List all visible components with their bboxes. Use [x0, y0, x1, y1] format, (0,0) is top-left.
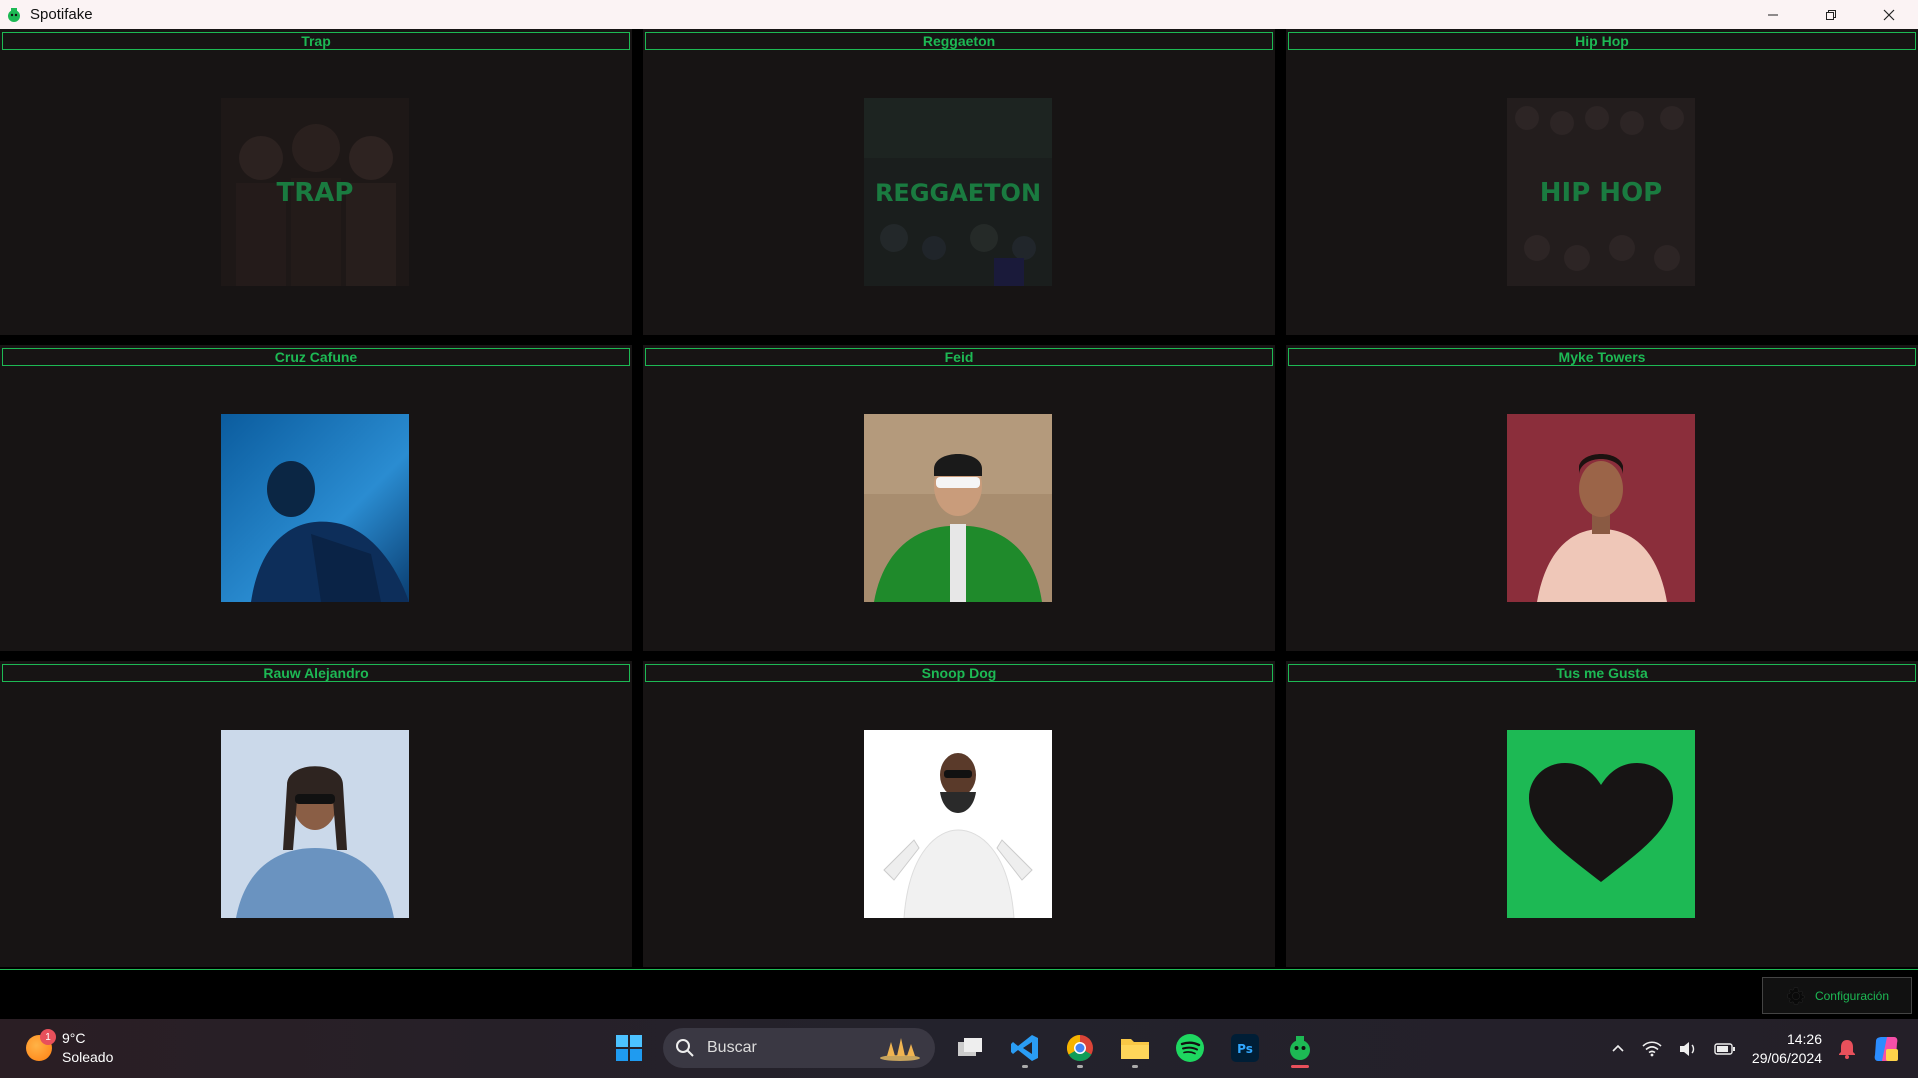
cell-title[interactable]: Feid	[645, 348, 1273, 366]
grid-cell[interactable]: Myke Towers	[1286, 345, 1918, 651]
app-logo-icon	[8, 7, 20, 22]
genre-cover-image: REGGAETON	[864, 98, 1052, 286]
app-logo-icon	[1289, 1036, 1310, 1060]
folder-icon	[1120, 1039, 1149, 1059]
window-controls	[1744, 0, 1918, 29]
weather-widget[interactable]: 1 9°C Soleado	[26, 1029, 113, 1067]
grid-cell[interactable]: Tus me Gusta	[1286, 661, 1918, 967]
notification-bell-icon[interactable]	[1838, 1039, 1856, 1059]
weather-description: Soleado	[62, 1049, 114, 1065]
task-view-icon	[957, 1038, 982, 1056]
cell-title[interactable]: Trap	[2, 32, 630, 50]
task-view-button[interactable]	[949, 1028, 990, 1069]
cover-art[interactable]: REGGAETON	[864, 98, 1052, 286]
close-icon	[1883, 9, 1895, 20]
genre-cover-text: HIP HOP	[1540, 178, 1662, 208]
genre-cover-image: HIP HOP	[1507, 98, 1695, 286]
search-placeholder: Buscar	[707, 1039, 757, 1056]
artist-photo	[221, 414, 409, 602]
restore-button[interactable]	[1802, 0, 1860, 29]
chrome-button[interactable]	[1059, 1028, 1100, 1069]
running-indicator	[1131, 1064, 1138, 1068]
cover-art[interactable]	[1507, 730, 1695, 918]
minimize-button[interactable]	[1744, 0, 1802, 29]
grid-cell[interactable]: Trap TRAP	[0, 29, 632, 335]
artist-photo	[864, 414, 1052, 602]
cover-art[interactable]	[864, 414, 1052, 602]
clock-time: 14:26	[1786, 1030, 1822, 1047]
app-content: Trap TRAP Reggaeton REGGAETON Hip Hop HI…	[0, 29, 1918, 1019]
svg-text:Ps: Ps	[1237, 1042, 1253, 1056]
cover-art[interactable]: TRAP	[221, 98, 409, 286]
volume-icon[interactable]	[1678, 1041, 1698, 1057]
photoshop-icon: Ps	[1230, 1034, 1259, 1062]
genre-cover-text: REGGAETON	[875, 179, 1041, 207]
close-button[interactable]	[1860, 0, 1918, 29]
wifi-icon[interactable]	[1642, 1040, 1662, 1057]
cell-title[interactable]: Rauw Alejandro	[2, 664, 630, 682]
grid-cell[interactable]: Hip Hop HIP HOP	[1286, 29, 1918, 335]
window-title: Spotifake	[30, 6, 93, 23]
genre-cover-image: TRAP	[221, 98, 409, 286]
grid-cell[interactable]: Feid	[643, 345, 1275, 651]
taskbar-search[interactable]: Buscar	[663, 1028, 935, 1068]
start-button[interactable]	[608, 1028, 649, 1069]
cover-art[interactable]	[1507, 414, 1695, 602]
heart-icon	[1507, 730, 1695, 918]
grid-cell[interactable]: Snoop Dog	[643, 661, 1275, 967]
settings-label: Configuración	[1814, 988, 1890, 1003]
clock[interactable]: 14:26 29/06/2024	[1752, 1030, 1822, 1068]
spotify-button[interactable]	[1169, 1028, 1210, 1069]
search-icon	[676, 1039, 694, 1057]
photoshop-button[interactable]: Ps	[1224, 1028, 1265, 1069]
system-tray: 14:26 29/06/2024	[1610, 1019, 1918, 1078]
taskbar: 1 9°C Soleado Buscar Ps 14:26 29/06/2024	[0, 1019, 1918, 1078]
spotifake-taskbar-button[interactable]	[1279, 1028, 1320, 1069]
bottom-bar: Configuración	[0, 969, 1918, 1019]
settings-button[interactable]: Configuración	[1762, 977, 1912, 1014]
artist-photo	[864, 730, 1052, 918]
notification-badge: 1	[40, 1029, 56, 1045]
playlist-grid: Trap TRAP Reggaeton REGGAETON Hip Hop HI…	[0, 29, 1918, 969]
chevron-up-icon[interactable]	[1610, 1041, 1626, 1057]
cell-title[interactable]: Snoop Dog	[645, 664, 1273, 682]
vscode-button[interactable]	[1004, 1028, 1045, 1069]
artist-photo	[221, 730, 409, 918]
genre-cover-text: TRAP	[277, 178, 354, 208]
minimize-icon	[1768, 14, 1778, 15]
gear-icon	[1787, 986, 1805, 1005]
cell-title[interactable]: Tus me Gusta	[1288, 664, 1916, 682]
file-explorer-button[interactable]	[1114, 1028, 1155, 1069]
spotify-icon	[1175, 1034, 1204, 1062]
cover-art[interactable]: HIP HOP	[1507, 98, 1695, 286]
restore-icon	[1826, 9, 1836, 20]
taskbar-apps: Buscar Ps	[608, 1026, 1320, 1070]
weather-temperature: 9°C	[62, 1030, 86, 1046]
title-bar: Spotifake	[0, 0, 1918, 29]
cover-art[interactable]	[221, 414, 409, 602]
cell-title[interactable]: Myke Towers	[1288, 348, 1916, 366]
cover-art[interactable]	[221, 730, 409, 918]
cell-title[interactable]: Reggaeton	[645, 32, 1273, 50]
grid-cell[interactable]: Reggaeton REGGAETON	[643, 29, 1275, 335]
running-indicator	[1076, 1064, 1083, 1068]
sun-icon: 1	[26, 1029, 56, 1061]
running-indicator	[1021, 1064, 1028, 1068]
search-highlight-icon	[880, 1038, 920, 1061]
windows-icon	[615, 1035, 642, 1061]
active-indicator	[1290, 1064, 1309, 1068]
copilot-icon[interactable]	[1872, 1035, 1900, 1063]
artist-photo	[1507, 414, 1695, 602]
cell-title[interactable]: Hip Hop	[1288, 32, 1916, 50]
cover-art[interactable]	[864, 730, 1052, 918]
battery-icon[interactable]	[1714, 1042, 1736, 1056]
vscode-icon	[1010, 1035, 1038, 1061]
grid-cell[interactable]: Rauw Alejandro	[0, 661, 632, 967]
grid-cell[interactable]: Cruz Cafune	[0, 345, 632, 651]
cell-title[interactable]: Cruz Cafune	[2, 348, 630, 366]
chrome-icon	[1066, 1034, 1093, 1062]
clock-date: 29/06/2024	[1751, 1049, 1822, 1066]
